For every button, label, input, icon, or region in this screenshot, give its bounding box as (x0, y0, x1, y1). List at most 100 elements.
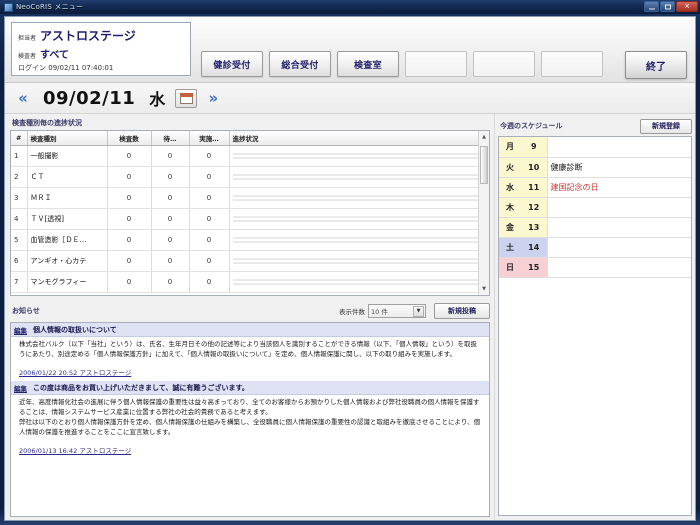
staff-label: 担当者 (18, 35, 37, 42)
cell-progress-bar (229, 229, 489, 251)
list-item: 編集 個人情報の取扱いについて 株式会社バルク（以下「当社」という）は、氏名、生… (11, 323, 489, 381)
schedule-row[interactable]: 日 15 (499, 257, 691, 278)
cell-waiting: 0 (151, 229, 190, 251)
notice-subject: この度は商品をお買い上げいただきまして、誠に有難うございます。 (33, 383, 249, 392)
schedule-container: 月 9 火 10 健康診断 水 11 建国記念の日 木 12 金 13 土 14… (498, 136, 692, 516)
next-date-icon[interactable]: » (201, 87, 225, 109)
maximize-button[interactable] (660, 1, 675, 12)
col-progress[interactable]: 進捗状況 (229, 131, 489, 146)
table-row[interactable]: 7 マンモグラフィー 0 0 0 (11, 271, 489, 293)
table-row[interactable]: 2 ＣＴ 0 0 0 (11, 166, 489, 188)
main-content: 検査種別毎の進捗状況 # 検査種別 検査数 待… 実施… 進捗状況 1 一般撮影… (5, 114, 695, 520)
cell-index: 3 (11, 187, 28, 209)
table-row[interactable]: 3 ＭＲＩ 0 0 0 (11, 187, 489, 209)
schedule-dow: 木 (499, 197, 521, 218)
cell-progress-bar (229, 271, 489, 293)
progress-table: # 検査種別 検査数 待… 実施… 進捗状況 1 一般撮影 0 0 0 2 ＣＴ… (11, 131, 489, 293)
notice-paragraph: 株式会社バルク（以下「当社」という）は、氏名、生年月日その他の記述等により当該個… (19, 340, 477, 358)
display-count-select[interactable]: 10 件 ▼ (368, 303, 426, 318)
login-label: ログイン (18, 64, 46, 72)
schedule-table: 月 9 火 10 健康診断 水 11 建国記念の日 木 12 金 13 土 14… (499, 137, 691, 278)
cell-count: 0 (107, 208, 152, 230)
cell-waiting: 0 (151, 271, 190, 293)
notice-date-link[interactable]: 2006/01/13 16:42 アストロステージ (19, 445, 131, 455)
col-exam-type[interactable]: 検査種別 (27, 131, 108, 146)
button-sogo-uketsuke[interactable]: 総合受付 (269, 51, 331, 77)
new-post-button[interactable]: 新規投稿 (434, 302, 490, 319)
cell-progress-bar (229, 208, 489, 230)
notices-header: お知らせ 表示件数 10 件 ▼ 新規投稿 (10, 302, 490, 319)
notice-body: 近年、高度情報化社会の進展に伴う個人情報保護の重要性は益々高まっており、全てのお… (11, 395, 489, 459)
notice-body: 株式会社バルク（以下「当社」という）は、氏名、生年月日その他の記述等により当該個… (11, 337, 489, 381)
schedule-event (547, 137, 691, 158)
cell-count: 0 (107, 271, 152, 293)
schedule-dow: 土 (499, 237, 521, 258)
progress-table-scrollbar[interactable]: ▲ ▼ (478, 131, 489, 295)
minimize-button[interactable] (644, 1, 659, 12)
cell-exam-type: マンモグラフィー (27, 271, 108, 293)
table-row[interactable]: 5 血管造影［ＤＥ… 0 0 0 (11, 229, 489, 251)
close-button[interactable]: ✕ (676, 1, 698, 12)
scroll-down-icon[interactable]: ▼ (480, 285, 488, 293)
schedule-row[interactable]: 土 14 (499, 237, 691, 258)
button-kensashitsu[interactable]: 検査室 (337, 51, 399, 77)
new-schedule-button[interactable]: 新規登録 (640, 118, 692, 134)
window-titlebar: NeoCoRIS メニュー ✕ (0, 0, 700, 14)
cell-waiting: 0 (151, 166, 190, 188)
app-icon (4, 2, 13, 12)
cell-performed: 0 (189, 187, 230, 209)
cell-progress-bar (229, 166, 489, 188)
edit-link[interactable]: 編集 (14, 383, 27, 393)
notice-date-link[interactable]: 2006/01/22 20:52 アストロステージ (19, 367, 131, 377)
notice-subject: 個人情報の取扱いについて (33, 325, 117, 334)
cell-exam-type: アンギオ・心カテ (27, 250, 108, 272)
col-performed[interactable]: 実施… (189, 131, 230, 146)
cell-exam-type: 一般撮影 (27, 145, 108, 167)
window-title: NeoCoRIS メニュー (16, 3, 84, 11)
schedule-event: 建国記念の日 (547, 177, 691, 198)
progress-section-label: 検査種別毎の進捗状況 (12, 119, 82, 127)
schedule-row[interactable]: 木 12 (499, 197, 691, 218)
progress-table-container: # 検査種別 検査数 待… 実施… 進捗状況 1 一般撮影 0 0 0 2 ＣＴ… (10, 130, 490, 296)
cell-exam-type: ＭＲＩ (27, 187, 108, 209)
table-row[interactable]: 4 ＴＶ[透視] 0 0 0 (11, 208, 489, 230)
calendar-icon[interactable] (175, 88, 198, 108)
col-exam-count[interactable]: 検査数 (107, 131, 152, 146)
prev-date-icon[interactable]: « (11, 87, 35, 109)
col-waiting[interactable]: 待… (151, 131, 190, 146)
exit-button[interactable]: 終了 (625, 51, 687, 79)
top-toolbar: 担当者 アストロステージ 検査者 すべて ログイン 09/02/11 07:40… (5, 17, 695, 83)
cell-index: 6 (11, 250, 28, 272)
cell-waiting: 0 (151, 187, 190, 209)
schedule-day: 11 (521, 177, 548, 198)
scrollbar-thumb[interactable] (480, 146, 488, 184)
notices-list: 編集 個人情報の取扱いについて 株式会社バルク（以下「当社」という）は、氏名、生… (10, 322, 490, 517)
scroll-up-icon[interactable]: ▲ (480, 133, 488, 141)
edit-link[interactable]: 編集 (14, 325, 27, 335)
cell-waiting: 0 (151, 250, 190, 272)
cell-performed: 0 (189, 208, 230, 230)
schedule-row[interactable]: 水 11 建国記念の日 (499, 177, 691, 198)
schedule-row[interactable]: 金 13 (499, 217, 691, 238)
schedule-header: 今週のスケジュール 新規登録 (498, 118, 692, 134)
button-empty-1[interactable] (405, 51, 467, 77)
display-count-value: 10 件 (371, 307, 388, 316)
schedule-row[interactable]: 火 10 健康診断 (499, 157, 691, 178)
operator-value: すべて (40, 50, 69, 61)
staff-value: アストロステージ (40, 29, 136, 43)
notice-header: 編集 この度は商品をお買い上げいただきまして、誠に有難うございます。 (11, 381, 489, 395)
current-date: 09/02/11 (43, 87, 136, 109)
schedule-event: 健康診断 (547, 157, 691, 178)
col-index[interactable]: # (11, 131, 28, 146)
table-row[interactable]: 1 一般撮影 0 0 0 (11, 145, 489, 167)
button-empty-3[interactable] (541, 51, 603, 77)
user-info-box: 担当者 アストロステージ 検査者 すべて ログイン 09/02/11 07:40… (11, 22, 191, 76)
cell-progress-bar (229, 250, 489, 272)
table-row[interactable]: 6 アンギオ・心カテ 0 0 0 (11, 250, 489, 272)
button-kenshin-uketsuke[interactable]: 健診受付 (201, 51, 263, 77)
button-empty-2[interactable] (473, 51, 535, 77)
notices-label: お知らせ (12, 306, 40, 315)
cell-exam-type: ＣＴ (27, 166, 108, 188)
chevron-down-icon[interactable]: ▼ (413, 305, 424, 317)
schedule-row[interactable]: 月 9 (499, 137, 691, 158)
